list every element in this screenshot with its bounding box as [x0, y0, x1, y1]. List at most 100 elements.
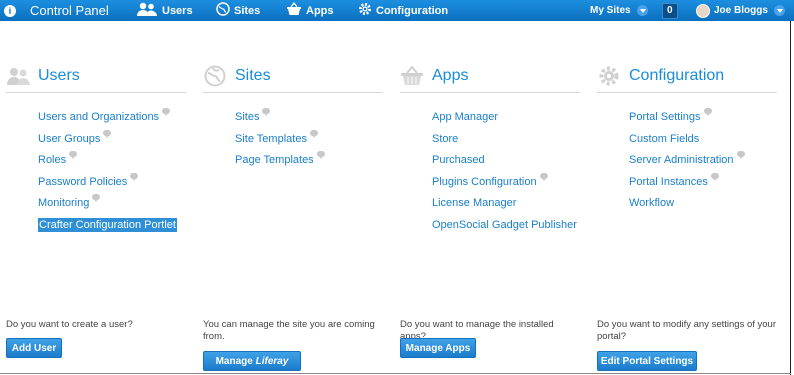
window-edge [0, 373, 791, 374]
list-item: Portal Settings [629, 108, 777, 132]
link-server-administration[interactable]: Server Administration [629, 154, 734, 166]
list-item: App Manager [432, 110, 580, 132]
link-page-templates[interactable]: Page Templates [235, 154, 314, 166]
list-item: Custom Fields [629, 132, 777, 154]
gear-icon [358, 2, 372, 19]
apps-section-header: Apps [400, 60, 580, 93]
users-section-title: Users [38, 67, 80, 84]
avatar [696, 3, 710, 18]
nav-sites[interactable]: Sites [216, 0, 260, 21]
link-users-and-organizations[interactable]: Users and Organizations [38, 111, 159, 123]
list-item: Purchased [432, 153, 580, 175]
users-icon [136, 2, 158, 19]
nav-users-label: Users [162, 4, 193, 17]
list-item: Plugins Configuration [432, 172, 580, 197]
users-section: Users Users and Organizations User Group… [6, 60, 186, 239]
link-password-policies[interactable]: Password Policies [38, 176, 127, 188]
link-app-manager[interactable]: App Manager [432, 111, 498, 123]
user-name: Joe Bloggs [714, 5, 768, 16]
link-sites[interactable]: Sites [235, 111, 259, 123]
apps-section-title: Apps [432, 67, 469, 84]
configuration-section: Configuration Portal Settings Custom Fie… [597, 60, 777, 218]
users-links: Users and Organizations User Groups Role… [6, 93, 186, 239]
list-item: Store [432, 132, 580, 154]
list-item: Page Templates [235, 151, 383, 175]
notification-count-badge: 0 [662, 2, 678, 19]
manage-site-button[interactable]: Manage Liferay [203, 351, 301, 371]
list-item: Server Administration [629, 151, 777, 175]
my-sites-menu[interactable]: My Sites [590, 0, 648, 21]
help-icon[interactable] [703, 108, 712, 116]
link-workflow[interactable]: Workflow [629, 197, 674, 209]
nav-configuration[interactable]: Configuration [358, 0, 448, 21]
user-menu[interactable]: Joe Bloggs [696, 0, 785, 21]
control-panel-icon[interactable]: i [4, 0, 18, 21]
help-icon[interactable] [130, 172, 139, 181]
sites-section: Sites Sites Site Templates Page Template… [203, 60, 383, 175]
list-item: License Manager [432, 196, 580, 218]
list-item: Site Templates [235, 129, 383, 154]
sites-prompt: You can manage the site you are coming f… [203, 319, 375, 342]
link-purchased[interactable]: Purchased [432, 154, 485, 166]
list-item: Workflow [629, 196, 777, 218]
list-item: Password Policies [38, 172, 186, 197]
globe-icon [216, 2, 230, 19]
configuration-section-header: Configuration [597, 60, 777, 93]
nav-apps-label: Apps [306, 4, 334, 17]
manage-site-button-prefix: Manage [215, 355, 256, 367]
help-icon[interactable] [539, 172, 548, 181]
link-custom-fields[interactable]: Custom Fields [629, 133, 699, 145]
help-icon[interactable] [103, 129, 112, 138]
link-license-manager[interactable]: License Manager [432, 197, 516, 209]
nav-configuration-label: Configuration [376, 4, 449, 17]
window-edge [790, 21, 791, 375]
help-icon[interactable] [69, 151, 78, 159]
nav-sites-label: Sites [234, 4, 261, 17]
gear-icon [597, 64, 621, 88]
help-icon[interactable] [710, 172, 719, 181]
help-icon[interactable] [736, 151, 745, 159]
help-icon[interactable] [309, 129, 318, 138]
help-icon[interactable] [316, 151, 325, 159]
list-item: Sites [235, 108, 383, 132]
help-icon[interactable] [92, 194, 101, 202]
link-plugins-configuration[interactable]: Plugins Configuration [432, 176, 537, 188]
notification-count[interactable]: 0 [662, 0, 678, 21]
help-icon[interactable] [162, 108, 171, 116]
manage-site-button-site: Liferay [255, 355, 289, 367]
nav-users[interactable]: Users [136, 0, 193, 21]
list-item: Monitoring [38, 194, 186, 218]
control-panel-title[interactable]: Control Panel [30, 0, 109, 21]
link-crafter-configuration-portlet[interactable]: Crafter Configuration Portlet [38, 217, 177, 232]
link-store[interactable]: Store [432, 133, 458, 145]
add-user-button[interactable]: Add User [6, 338, 62, 358]
link-portal-instances[interactable]: Portal Instances [629, 176, 708, 188]
my-sites-label: My Sites [590, 5, 631, 16]
list-item: Roles [38, 151, 186, 175]
sites-section-title: Sites [235, 67, 271, 84]
chevron-down-icon [636, 5, 648, 16]
list-item: User Groups [38, 129, 186, 154]
nav-apps[interactable]: Apps [286, 0, 334, 21]
apps-links: App Manager Store Purchased Plugins Conf… [400, 93, 580, 239]
sites-section-header: Sites [203, 60, 383, 93]
configuration-prompt: Do you want to modify any settings of yo… [597, 319, 777, 342]
list-item: Users and Organizations [38, 108, 186, 132]
basket-icon [286, 1, 302, 19]
link-monitoring[interactable]: Monitoring [38, 197, 89, 209]
users-prompt: Do you want to create a user? [6, 319, 133, 330]
users-section-header: Users [6, 60, 186, 93]
link-portal-settings[interactable]: Portal Settings [629, 111, 701, 123]
users-icon [6, 64, 30, 88]
chevron-down-icon [773, 5, 785, 16]
top-bar: i Control Panel Users Sites Apps Configu… [0, 0, 794, 21]
link-site-templates[interactable]: Site Templates [235, 133, 307, 145]
edit-portal-settings-button[interactable]: Edit Portal Settings [597, 351, 697, 371]
help-icon[interactable] [262, 108, 271, 116]
link-roles[interactable]: Roles [38, 154, 66, 166]
link-user-groups[interactable]: User Groups [38, 133, 100, 145]
apps-section: Apps App Manager Store Purchased Plugins… [400, 60, 580, 239]
list-item: Crafter Configuration Portlet [38, 217, 186, 240]
link-opensocial-gadget-publisher[interactable]: OpenSocial Gadget Publisher [432, 219, 577, 231]
manage-apps-button[interactable]: Manage Apps [400, 338, 476, 358]
